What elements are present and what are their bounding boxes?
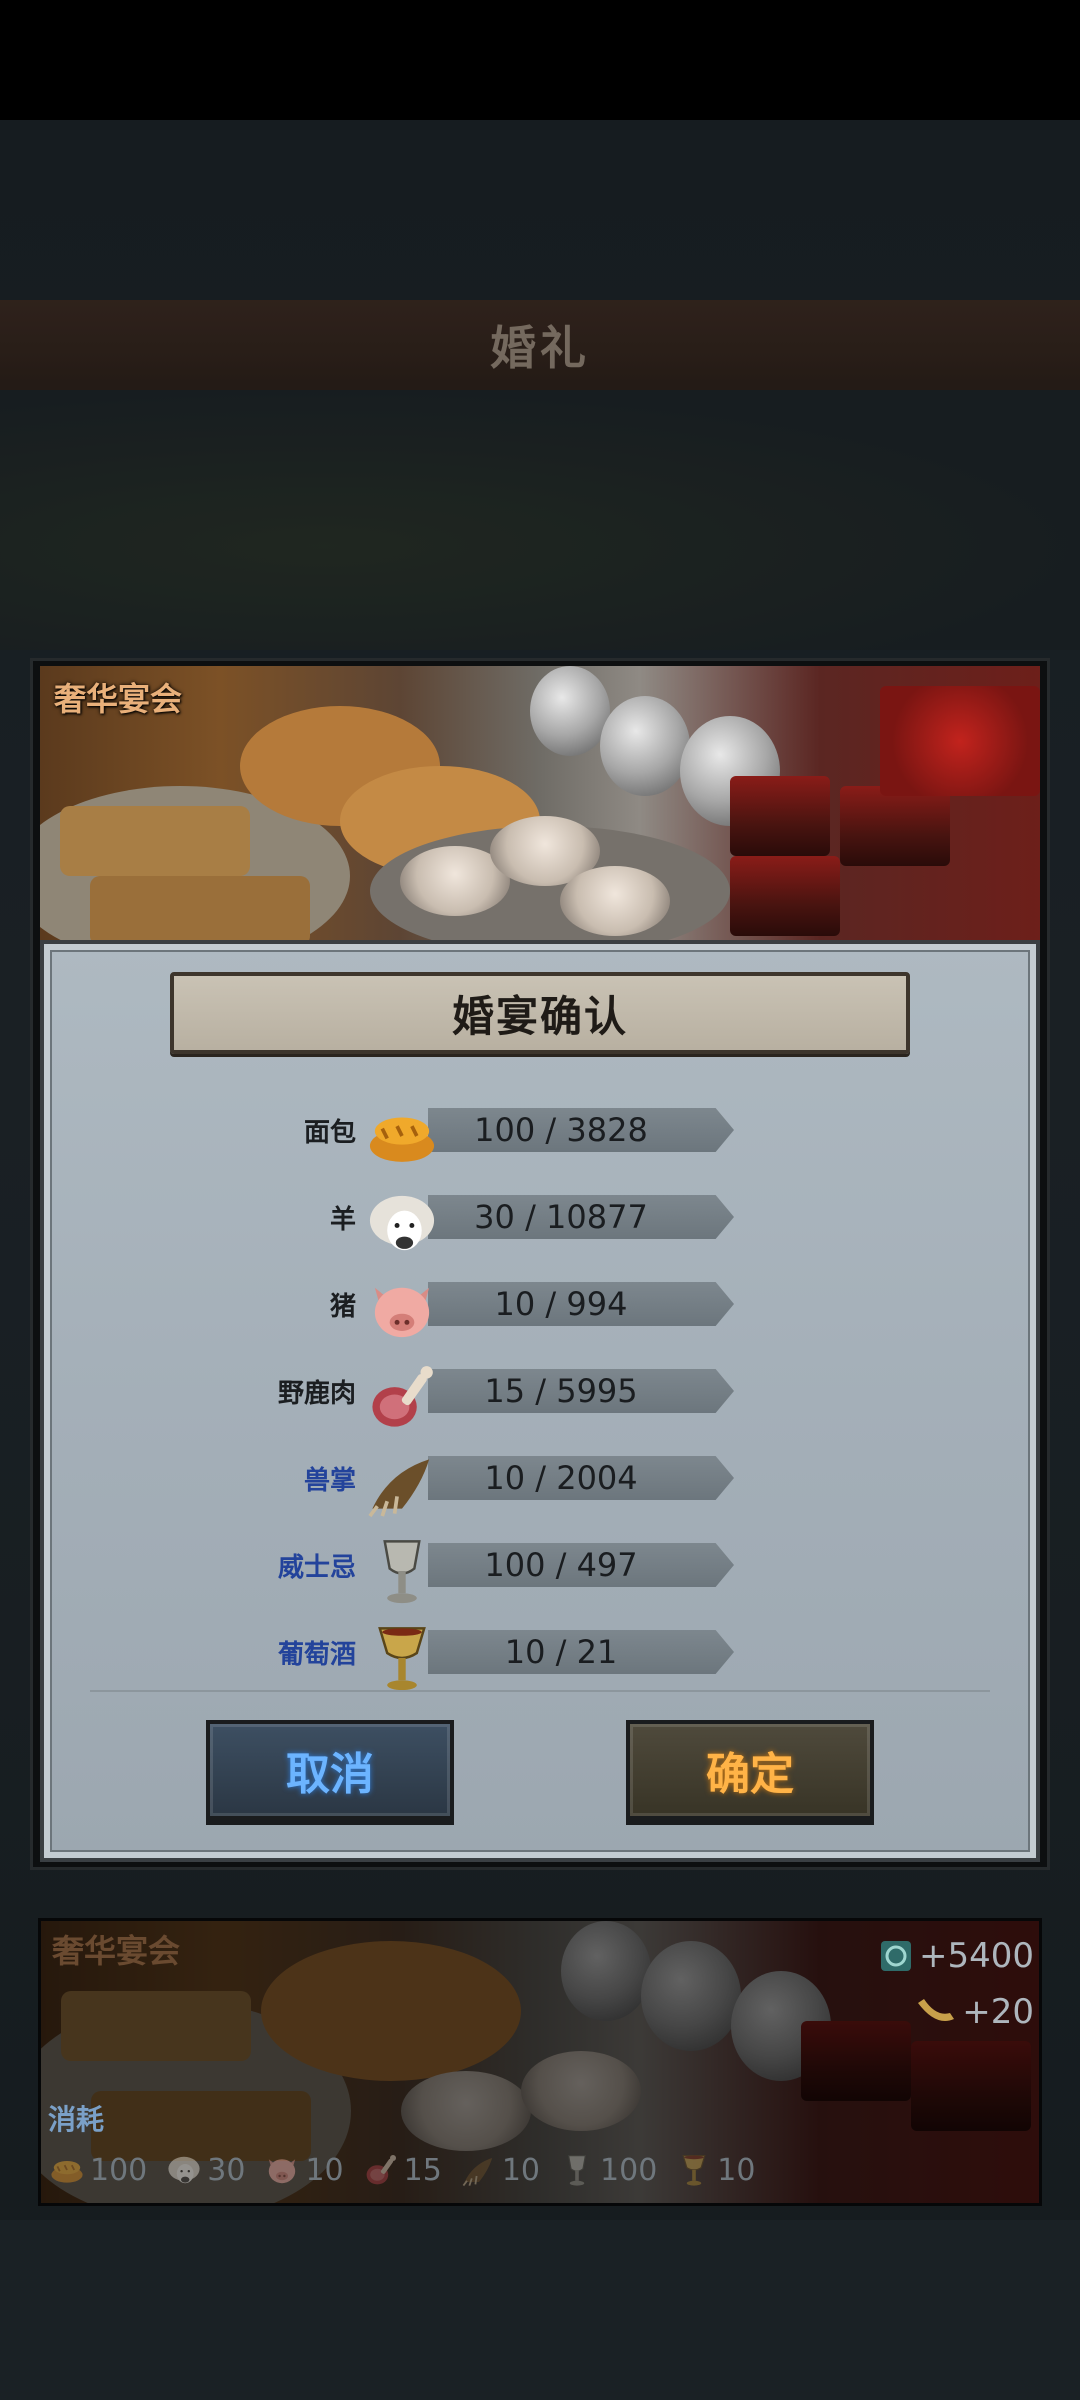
- sheep-icon: [165, 2152, 203, 2188]
- resource-amount: 10 / 994: [494, 1285, 628, 1323]
- cost-value: 100: [90, 2152, 148, 2188]
- pig-icon: [364, 1272, 440, 1348]
- consume-label: 消耗: [48, 2103, 105, 2136]
- bread-icon: [364, 1098, 440, 1174]
- cost-item: 10: [675, 2152, 755, 2188]
- resource-row: 威士忌 100 / 497: [200, 1533, 760, 1620]
- cost-item: 100: [48, 2152, 147, 2188]
- cost-value: 100: [600, 2152, 658, 2188]
- resource-row: 猪 10 / 994: [200, 1272, 760, 1359]
- cost-item: 30: [165, 2152, 245, 2188]
- resource-amount: 100 / 497: [484, 1546, 638, 1584]
- cost-value: 10: [305, 2152, 344, 2188]
- resource-amount-bar: 10 / 2004: [428, 1456, 734, 1500]
- cost-item: 10: [263, 2152, 344, 2188]
- resource-amount-bar: 100 / 3828: [428, 1108, 734, 1152]
- resource-label: 羊: [329, 1205, 356, 1235]
- resource-row: 羊 30 / 10877: [200, 1185, 760, 1272]
- resource-label: 猪: [329, 1292, 356, 1322]
- resource-amount-bar: 10 / 21: [428, 1630, 734, 1674]
- resource-amount-bar: 100 / 497: [428, 1543, 734, 1587]
- whisky-goblet-icon: [364, 1533, 440, 1609]
- resource-label: 葡萄酒: [277, 1640, 356, 1670]
- resource-amount: 100 / 3828: [474, 1111, 648, 1149]
- resource-amount: 15 / 5995: [484, 1372, 638, 1410]
- venison-icon: [362, 2152, 400, 2188]
- confirm-button-label: 确定: [706, 1749, 794, 1800]
- resource-amount-bar: 15 / 5995: [428, 1369, 734, 1413]
- resource-row: 兽掌 10 / 2004: [200, 1446, 760, 1533]
- cost-item: 10: [460, 2152, 540, 2188]
- resource-row: 面包 100 / 3828: [200, 1098, 760, 1185]
- cost-item: 100: [558, 2152, 657, 2188]
- luxury-banquet-card-overlay: 奢华宴会 +5400 +20 消耗 100 30 10 15 10 100 10: [38, 1918, 1042, 2206]
- resource-label: 野鹿肉: [277, 1379, 356, 1409]
- wine-goblet-icon: [364, 1620, 440, 1696]
- resource-list: 面包 100 / 3828 羊 30 / 10877 猪 10 / 994 野鹿肉 15 / …: [200, 1098, 760, 1707]
- resource-amount-bar: 10 / 994: [428, 1282, 734, 1326]
- cost-list: 100 30 10 15 10 100 10: [48, 2152, 773, 2188]
- sheep-icon: [364, 1185, 440, 1261]
- bottom-band: [0, 2220, 1080, 2400]
- prestige-icon: [880, 1941, 911, 1971]
- venison-icon: [364, 1359, 440, 1435]
- resource-amount: 30 / 10877: [474, 1198, 648, 1236]
- resource-label: 兽掌: [303, 1466, 356, 1496]
- paw-icon: [364, 1446, 440, 1522]
- resource-row: 野鹿肉 15 / 5995: [200, 1359, 760, 1446]
- wine-goblet-icon: [675, 2152, 713, 2188]
- dialog-title: 婚宴确认: [451, 991, 628, 1041]
- cost-value: 30: [207, 2152, 246, 2188]
- whisky-goblet-icon: [558, 2152, 596, 2188]
- horn-icon: [918, 1999, 955, 2021]
- cancel-button[interactable]: 取消: [206, 1720, 454, 1820]
- cost-value: 10: [501, 2152, 541, 2188]
- banquet-banner-image: 奢华宴会: [40, 666, 1040, 940]
- reward-horn: +20: [916, 1992, 1034, 2032]
- resource-row: 葡萄酒 10 / 21: [200, 1620, 760, 1707]
- resource-amount-bar: 30 / 10877: [428, 1195, 734, 1239]
- resource-label: 威士忌: [277, 1553, 356, 1583]
- resource-amount: 10 / 2004: [484, 1459, 638, 1497]
- card-title: 奢华宴会: [52, 1932, 181, 1970]
- pig-icon: [263, 2152, 301, 2188]
- confirm-button[interactable]: 确定: [626, 1720, 874, 1820]
- cost-value: 15: [403, 2152, 442, 2188]
- reward-horn-value: +20: [962, 1992, 1034, 2032]
- cost-item: 15: [362, 2152, 442, 2188]
- banner-title: 奢华宴会: [54, 680, 183, 718]
- reward-prestige: +5400: [879, 1936, 1034, 1976]
- resource-label: 面包: [303, 1118, 356, 1148]
- dialog-header: 婚宴确认: [170, 972, 910, 1054]
- dialog-divider: [90, 1690, 990, 1692]
- resource-amount: 10 / 21: [504, 1633, 618, 1671]
- cost-value: 10: [717, 2152, 756, 2188]
- bread-icon: [48, 2152, 86, 2188]
- paw-icon: [460, 2152, 498, 2188]
- reward-prestige-value: +5400: [918, 1936, 1034, 1976]
- cancel-button-label: 取消: [286, 1749, 374, 1800]
